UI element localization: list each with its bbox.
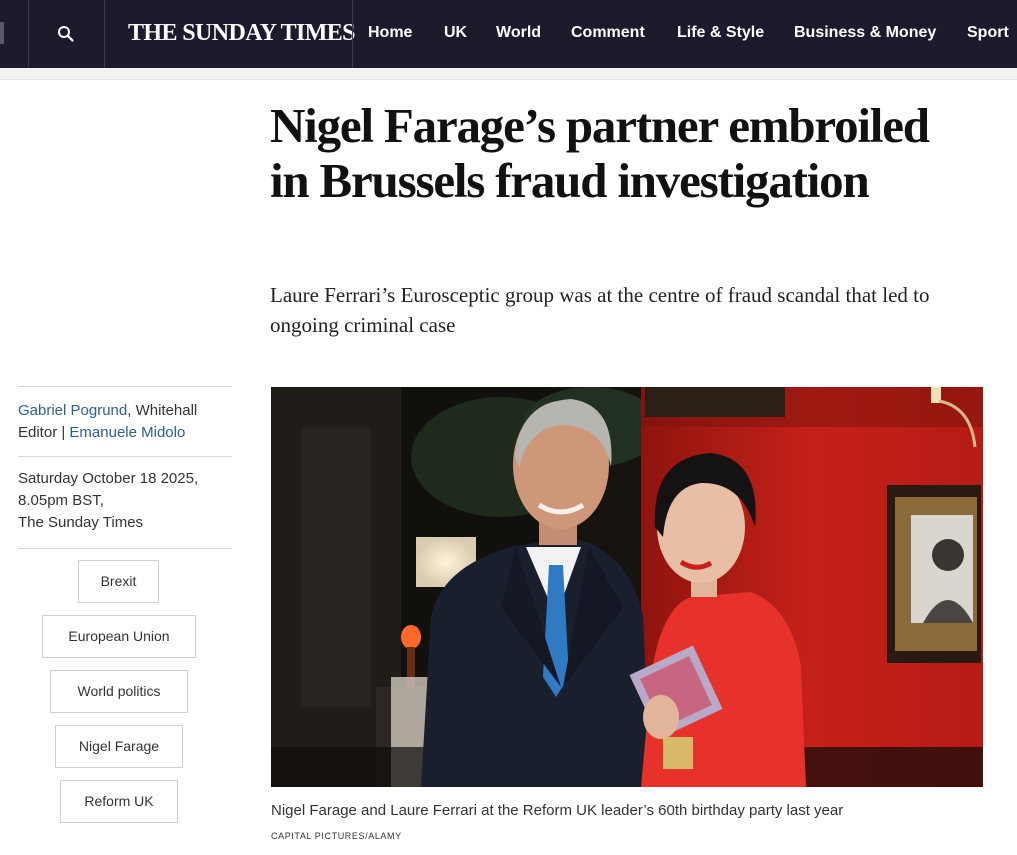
nav-link-world[interactable]: World	[496, 20, 541, 46]
byline-rule-bottom	[18, 548, 232, 549]
nav-link-uk[interactable]: UK	[444, 20, 467, 46]
tag-brexit[interactable]: Brexit	[78, 560, 159, 603]
author-link-midolo[interactable]: Emanuele Midolo	[69, 424, 185, 441]
article-standfirst: Laure Ferrari’s Eurosceptic group was at…	[270, 283, 930, 337]
search-icon	[58, 26, 74, 42]
photo-caption: Nigel Farage and Laure Ferrari at the Re…	[271, 802, 844, 819]
top-navigation-bar: THE SUNDAY TIMES Home UK World Comment L…	[0, 0, 1017, 68]
byline-rule-middle	[18, 456, 232, 457]
nav-divider	[28, 0, 29, 68]
publish-date: Saturday October 18 2025, 8.05pm BST,	[18, 470, 199, 509]
menu-edge-icon[interactable]	[0, 22, 4, 44]
article-photo[interactable]	[271, 387, 983, 787]
masthead-logo[interactable]: THE SUNDAY TIMES	[128, 17, 356, 49]
nav-divider	[352, 0, 353, 68]
nav-link-life-style[interactable]: Life & Style	[677, 20, 764, 46]
publish-info: Saturday October 18 2025, 8.05pm BST, Th…	[18, 468, 233, 534]
tag-world-politics[interactable]: World politics	[50, 670, 188, 713]
tag-european-union[interactable]: European Union	[42, 615, 196, 658]
tag-reform-uk[interactable]: Reform UK	[60, 780, 178, 823]
photo-illustration	[271, 387, 983, 787]
search-button[interactable]	[48, 16, 84, 52]
photo-credit: CAPITAL PICTURES/ALAMY	[271, 831, 402, 841]
tag-nigel-farage[interactable]: Nigel Farage	[55, 725, 183, 768]
byline-rule-top	[18, 386, 232, 387]
publication-name: The Sunday Times	[18, 514, 144, 531]
article-headline: Nigel Farage’s partner embroiled in Brus…	[270, 98, 930, 208]
author-link-pogrund[interactable]: Gabriel Pogrund	[18, 402, 127, 419]
nav-link-sport[interactable]: Sport	[967, 20, 1009, 46]
header-underline	[0, 68, 1017, 80]
byline: Gabriel Pogrund, Whitehall Editor | Eman…	[18, 400, 233, 444]
nav-link-comment[interactable]: Comment	[571, 20, 645, 46]
nav-divider	[104, 0, 105, 68]
nav-link-business-money[interactable]: Business & Money	[794, 20, 936, 46]
nav-link-home[interactable]: Home	[368, 20, 412, 46]
